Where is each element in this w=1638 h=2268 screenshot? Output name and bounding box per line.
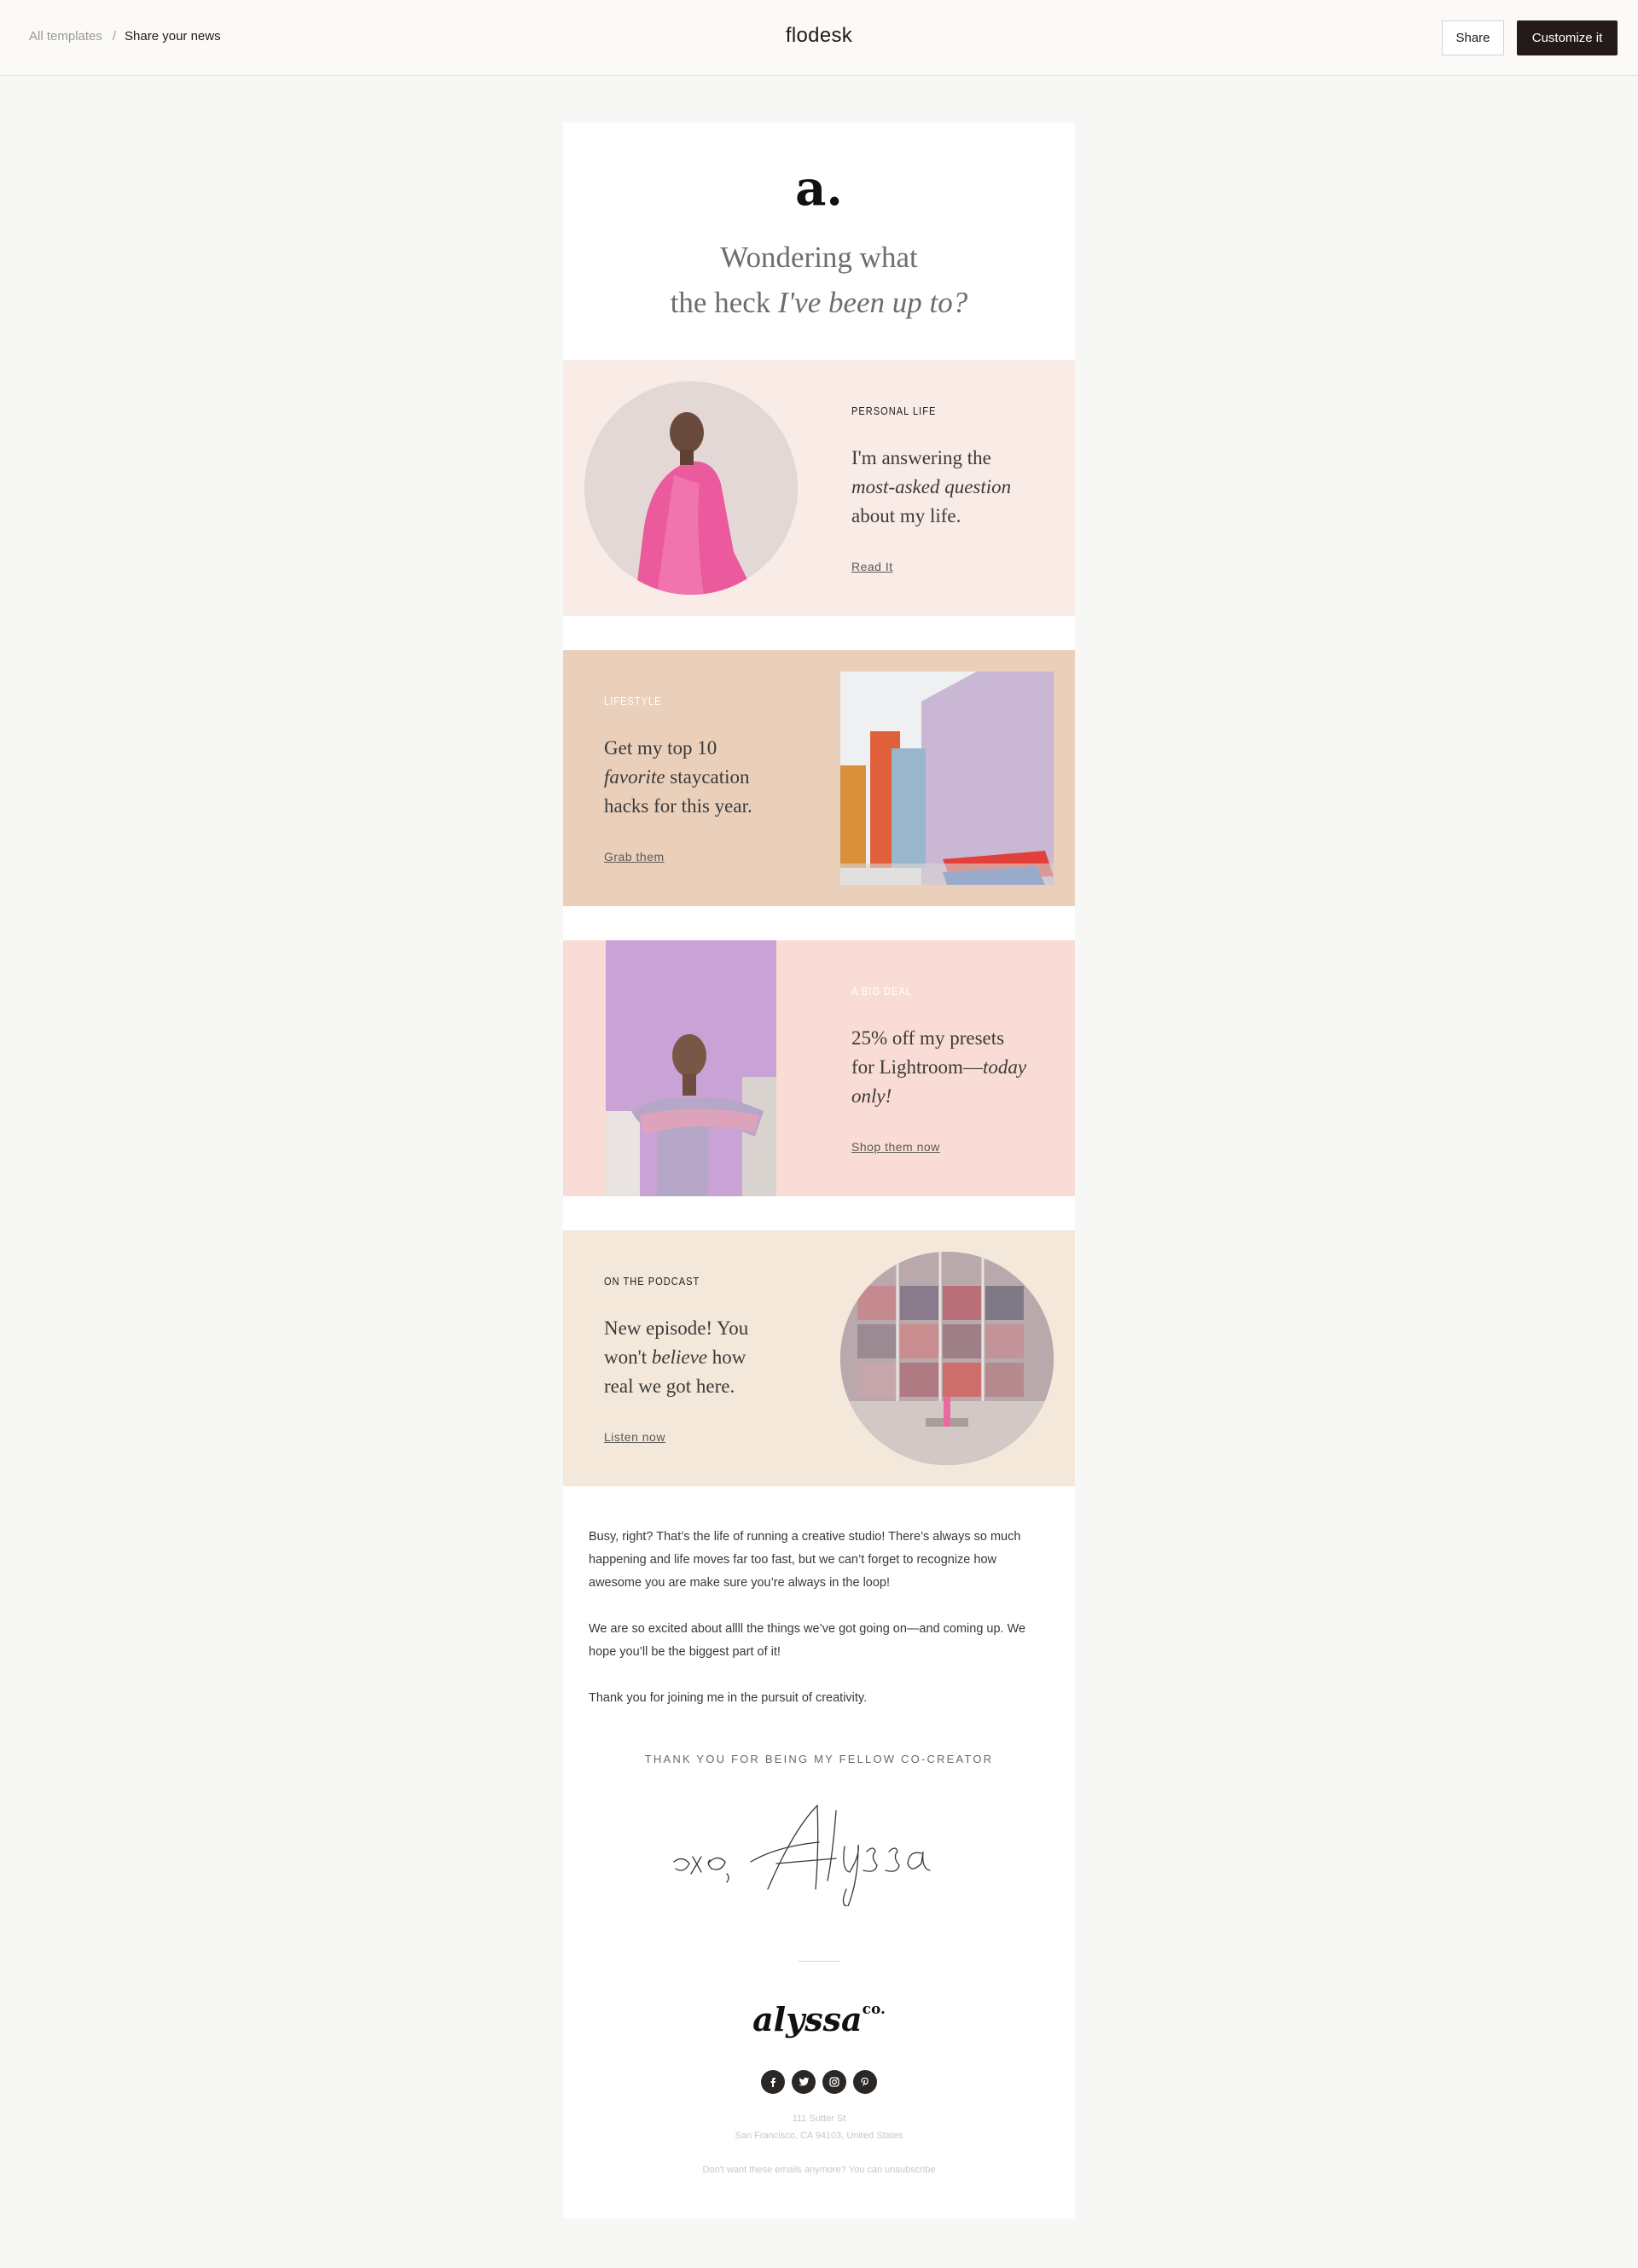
block-text: Get my top 10 favorite staycation hacks …: [604, 734, 809, 821]
block-label: On the Podcast: [604, 1275, 700, 1288]
text-line: only!: [851, 1082, 1056, 1111]
text-line: 25% off my presets: [851, 1027, 1005, 1049]
story-block-lifestyle: Lifestyle Get my top 10 favorite staycat…: [563, 650, 1075, 906]
twitter-icon[interactable]: [792, 2070, 816, 2094]
body-paragraph-1: Busy, right? That’s the life of running …: [589, 1530, 1021, 1590]
block-text: New episode! You won't believe how real …: [604, 1314, 809, 1401]
signature-illustration: [673, 1804, 931, 1907]
breadcrumb: All templates / Share your news: [29, 29, 221, 44]
listen-now-link[interactable]: Listen now: [604, 1430, 665, 1444]
text-plain: staycation: [665, 766, 750, 788]
text-italic: favorite: [604, 766, 665, 788]
headline-italic: I've been up to?: [778, 286, 968, 319]
grab-them-link[interactable]: Grab them: [604, 850, 665, 864]
text-line: I'm answering the: [851, 447, 991, 468]
unsubscribe-link[interactable]: Don't want these emails anymore? You can…: [563, 2161, 1075, 2178]
read-it-link[interactable]: Read It: [851, 560, 893, 573]
text-italic: only!: [851, 1085, 892, 1107]
text-line: favorite staycation: [604, 763, 809, 792]
footer-logo-text: alyssa: [752, 2000, 863, 2038]
text-italic: believe: [651, 1346, 708, 1368]
body-paragraph-3: Thank you for joining me in the pursuit …: [589, 1691, 868, 1705]
instagram-icon[interactable]: [822, 2070, 846, 2094]
headline-line-2: the heck I've been up to?: [563, 280, 1075, 325]
footer-divider: [798, 1961, 840, 1962]
footer-address-line-2: San Francisco, CA 94103, United States: [735, 2131, 903, 2141]
top-bar: All templates / Share your news flodesk Sh…: [0, 0, 1638, 76]
body-paragraph-2: We are so excited about allll the things…: [589, 1622, 1026, 1659]
shop-them-now-link[interactable]: Shop them now: [851, 1140, 940, 1154]
facebook-icon[interactable]: [761, 2070, 785, 2094]
signature: [665, 1795, 973, 1907]
block-label: Lifestyle: [604, 695, 662, 707]
email-logo-mark: a.: [795, 160, 843, 217]
text-line: real we got here.: [604, 1375, 735, 1397]
text-line: hacks for this year.: [604, 795, 752, 817]
headline-plain: the heck: [670, 286, 779, 319]
customize-button[interactable]: Customize it: [1517, 20, 1618, 55]
brand-logo: flodesk: [785, 24, 853, 47]
footer-logo: alyssaco.: [563, 2000, 1075, 2038]
portrait-photo-pink: [584, 381, 798, 595]
footer-logo-sup: co.: [862, 2001, 886, 2019]
email-preview: a. Wondering what the heck I've been up …: [563, 123, 1075, 2219]
footer-address-line-1: 111 Sutter St: [792, 2114, 846, 2124]
text-line: for Lightroom—today: [851, 1053, 1056, 1082]
building-photo: [840, 1252, 1054, 1465]
thanks-line: THANK YOU FOR BEING MY FELLOW CO-CREATOR: [644, 1753, 994, 1765]
story-block-personal-life: Personal Life I'm answering the most-ask…: [563, 360, 1075, 616]
building-illustration: [840, 1252, 1054, 1465]
text-plain: won't: [604, 1346, 652, 1368]
breadcrumb-all-templates[interactable]: All templates: [29, 29, 102, 44]
text-italic: most-asked question: [851, 476, 1012, 497]
story-block-big-deal: A Big Deal 25% off my presets for Lightr…: [563, 940, 1075, 1196]
street-illustration: [840, 672, 1054, 885]
story-block-podcast: On the Podcast New episode! You won't be…: [563, 1230, 1075, 1486]
headline-line-1: Wondering what: [720, 241, 918, 274]
portrait-illustration: [584, 381, 798, 595]
breadcrumb-separator: /: [112, 29, 117, 44]
block-text: 25% off my presets for Lightroom—today o…: [851, 1024, 1056, 1111]
text-plain: for Lightroom—: [851, 1056, 983, 1078]
social-links: [761, 2070, 877, 2094]
text-line: about my life.: [851, 505, 961, 526]
breadcrumb-current: Share your news: [125, 29, 221, 44]
block-label: Personal Life: [851, 404, 937, 417]
street-photo: [840, 672, 1054, 885]
block-text: I'm answering the most-asked question ab…: [851, 444, 1056, 531]
email-headline: Wondering what the heck I've been up to?: [563, 235, 1075, 325]
portrait-purple-illustration: [606, 940, 776, 1196]
text-line: most-asked question: [851, 473, 1056, 502]
pinterest-icon[interactable]: [853, 2070, 877, 2094]
text-line: won't believe how: [604, 1343, 809, 1372]
text-plain: how: [707, 1346, 746, 1368]
text-line: New episode! You: [604, 1317, 749, 1339]
portrait-photo-purple: [606, 940, 776, 1196]
share-button[interactable]: Share: [1442, 20, 1504, 55]
block-label: A Big Deal: [851, 985, 913, 997]
text-line: Get my top 10: [604, 737, 717, 759]
text-italic: today: [982, 1056, 1027, 1078]
